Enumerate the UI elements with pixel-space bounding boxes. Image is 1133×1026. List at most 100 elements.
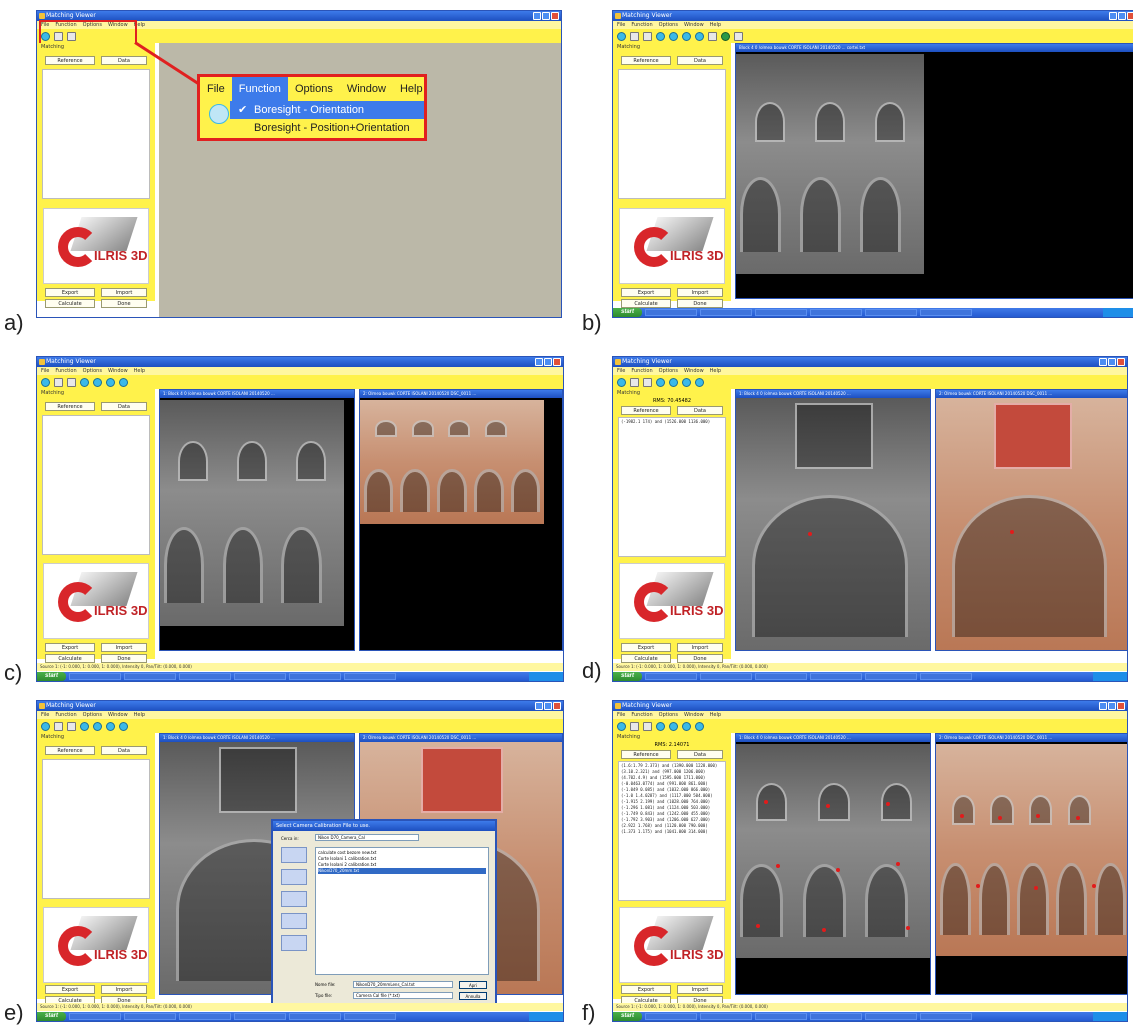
pointer-icon[interactable]	[643, 31, 652, 41]
start-button[interactable]: start	[613, 1012, 643, 1021]
data-button[interactable]: Data	[101, 746, 147, 755]
minimize-icon[interactable]	[533, 12, 541, 20]
photo-viewer[interactable]: 2: Olmea bouwk CORTE ISOLANI 20140520 DS…	[935, 733, 1127, 995]
data-button[interactable]: Data	[101, 402, 147, 411]
minimize-icon[interactable]	[1099, 358, 1107, 366]
reference-button[interactable]: Reference	[621, 406, 671, 415]
point-cloud-viewer[interactable]: 1: Block 4 0 /olmea bouwk CORTE ISOLANI …	[159, 389, 355, 651]
close-icon[interactable]	[1117, 702, 1125, 710]
pan-icon[interactable]	[119, 721, 128, 731]
taskbar-item[interactable]	[124, 1013, 177, 1020]
minimize-icon[interactable]	[535, 358, 543, 366]
photo-viewer[interactable]: 2: Olmea bouwk CORTE ISOLANI 20140520 DS…	[935, 389, 1127, 651]
import-button[interactable]: Import	[101, 643, 147, 652]
zoom-menu-function[interactable]: Function	[231, 77, 288, 101]
taskbar-item[interactable]	[865, 309, 918, 316]
menu-help[interactable]: Help	[134, 367, 145, 375]
match-point-marker[interactable]	[1036, 814, 1040, 818]
pointer-icon[interactable]	[67, 377, 76, 387]
menu-file[interactable]: File	[617, 711, 625, 719]
close-icon[interactable]	[1127, 12, 1133, 20]
pointer-icon[interactable]	[643, 377, 652, 387]
menu-function[interactable]: Function	[631, 21, 652, 29]
menu-options[interactable]: Options	[83, 711, 102, 719]
menu-options[interactable]: Options	[659, 21, 678, 29]
close-icon[interactable]	[1117, 358, 1125, 366]
menu-function[interactable]: Function	[631, 711, 652, 719]
maximize-icon[interactable]	[544, 702, 552, 710]
menu-function[interactable]: Function	[55, 711, 76, 719]
taskbar-item[interactable]	[179, 1013, 232, 1020]
taskbar-item[interactable]	[645, 1013, 698, 1020]
match-row[interactable]: (1.373 1.175) and (1041.000 314.000)	[621, 829, 708, 835]
menu-function[interactable]: Function	[631, 367, 652, 375]
menu-file[interactable]: File	[617, 21, 625, 29]
taskbar-item[interactable]	[920, 309, 973, 316]
match-point-marker[interactable]	[826, 804, 830, 808]
pan-icon[interactable]	[695, 377, 704, 387]
menu-window[interactable]: Window	[108, 367, 128, 375]
filename-input[interactable]: NikonD70_20mmLens_Cal.txt	[353, 981, 453, 988]
match-list[interactable]: (-1982.1 174) and (1526.000 1136.000)	[618, 417, 726, 557]
taskbar-item[interactable]	[755, 309, 808, 316]
taskbar-item[interactable]	[920, 1013, 973, 1020]
pan-icon[interactable]	[695, 721, 704, 731]
match-row[interactable]: (-1982.1 174) and (1526.000 1136.000)	[621, 419, 710, 425]
filetype-select[interactable]: Camera Cal file (*.txt)	[353, 992, 453, 999]
zoom-fit-icon[interactable]	[106, 721, 115, 731]
search-icon[interactable]	[617, 721, 626, 731]
maximize-icon[interactable]	[1108, 358, 1116, 366]
grid-icon[interactable]	[630, 721, 639, 731]
menu-function[interactable]: Function	[55, 367, 76, 375]
calculate-button[interactable]: Calculate	[45, 299, 95, 308]
minimize-icon[interactable]	[1099, 702, 1107, 710]
menu-help[interactable]: Help	[710, 367, 721, 375]
close-icon[interactable]	[553, 358, 561, 366]
taskbar-item[interactable]	[645, 673, 698, 680]
reference-button[interactable]: Reference	[45, 402, 95, 411]
match-point-marker[interactable]	[836, 868, 840, 872]
zoom-out-icon[interactable]	[93, 721, 102, 731]
done-button[interactable]: Done	[101, 299, 147, 308]
file-item-selected[interactable]: NikonD70_20mm.txt	[318, 868, 486, 874]
data-button[interactable]: Data	[677, 56, 723, 65]
taskbar-item[interactable]	[344, 673, 397, 680]
close-icon[interactable]	[551, 12, 559, 20]
menu-options[interactable]: Options	[659, 367, 678, 375]
maximize-icon[interactable]	[1108, 702, 1116, 710]
export-button[interactable]: Export	[45, 985, 95, 994]
taskbar-item[interactable]	[124, 673, 177, 680]
match-point-marker[interactable]	[1034, 886, 1038, 890]
match-point-marker[interactable]	[1076, 816, 1080, 820]
search-icon[interactable]	[617, 31, 626, 41]
taskbar-item[interactable]	[700, 673, 753, 680]
grid-icon[interactable]	[630, 377, 639, 387]
menu-options[interactable]: Options	[83, 367, 102, 375]
import-button[interactable]: Import	[101, 288, 147, 297]
taskbar-item[interactable]	[289, 1013, 342, 1020]
zoom-fit-icon[interactable]	[682, 31, 691, 41]
import-button[interactable]: Import	[101, 985, 147, 994]
minimize-icon[interactable]	[1109, 12, 1117, 20]
match-point-marker[interactable]	[906, 926, 910, 930]
file-list[interactable]: calculate cost bezore new.txt Corte Isol…	[315, 847, 489, 975]
match-point-marker[interactable]	[1092, 884, 1096, 888]
reference-button[interactable]: Reference	[621, 56, 671, 65]
import-button[interactable]: Import	[677, 985, 723, 994]
zoom-menu-window[interactable]: Window	[340, 77, 393, 101]
search-icon[interactable]	[41, 377, 50, 387]
taskbar-item[interactable]	[700, 309, 753, 316]
zoom-menu-help[interactable]: Help	[393, 77, 430, 101]
done-button[interactable]: Done	[677, 654, 723, 663]
import-button[interactable]: Import	[677, 288, 723, 297]
calculate-button[interactable]: Calculate	[621, 654, 671, 663]
calculate-button[interactable]: Calculate	[621, 299, 671, 308]
data-button[interactable]: Data	[677, 750, 723, 759]
match-point-marker[interactable]	[822, 928, 826, 932]
taskbar-item[interactable]	[865, 673, 918, 680]
computer-icon[interactable]	[281, 913, 307, 929]
menu-help[interactable]: Help	[710, 21, 721, 29]
zoom-in-icon[interactable]	[656, 377, 665, 387]
zoom-fit-icon[interactable]	[682, 377, 691, 387]
menu-window[interactable]: Window	[108, 711, 128, 719]
